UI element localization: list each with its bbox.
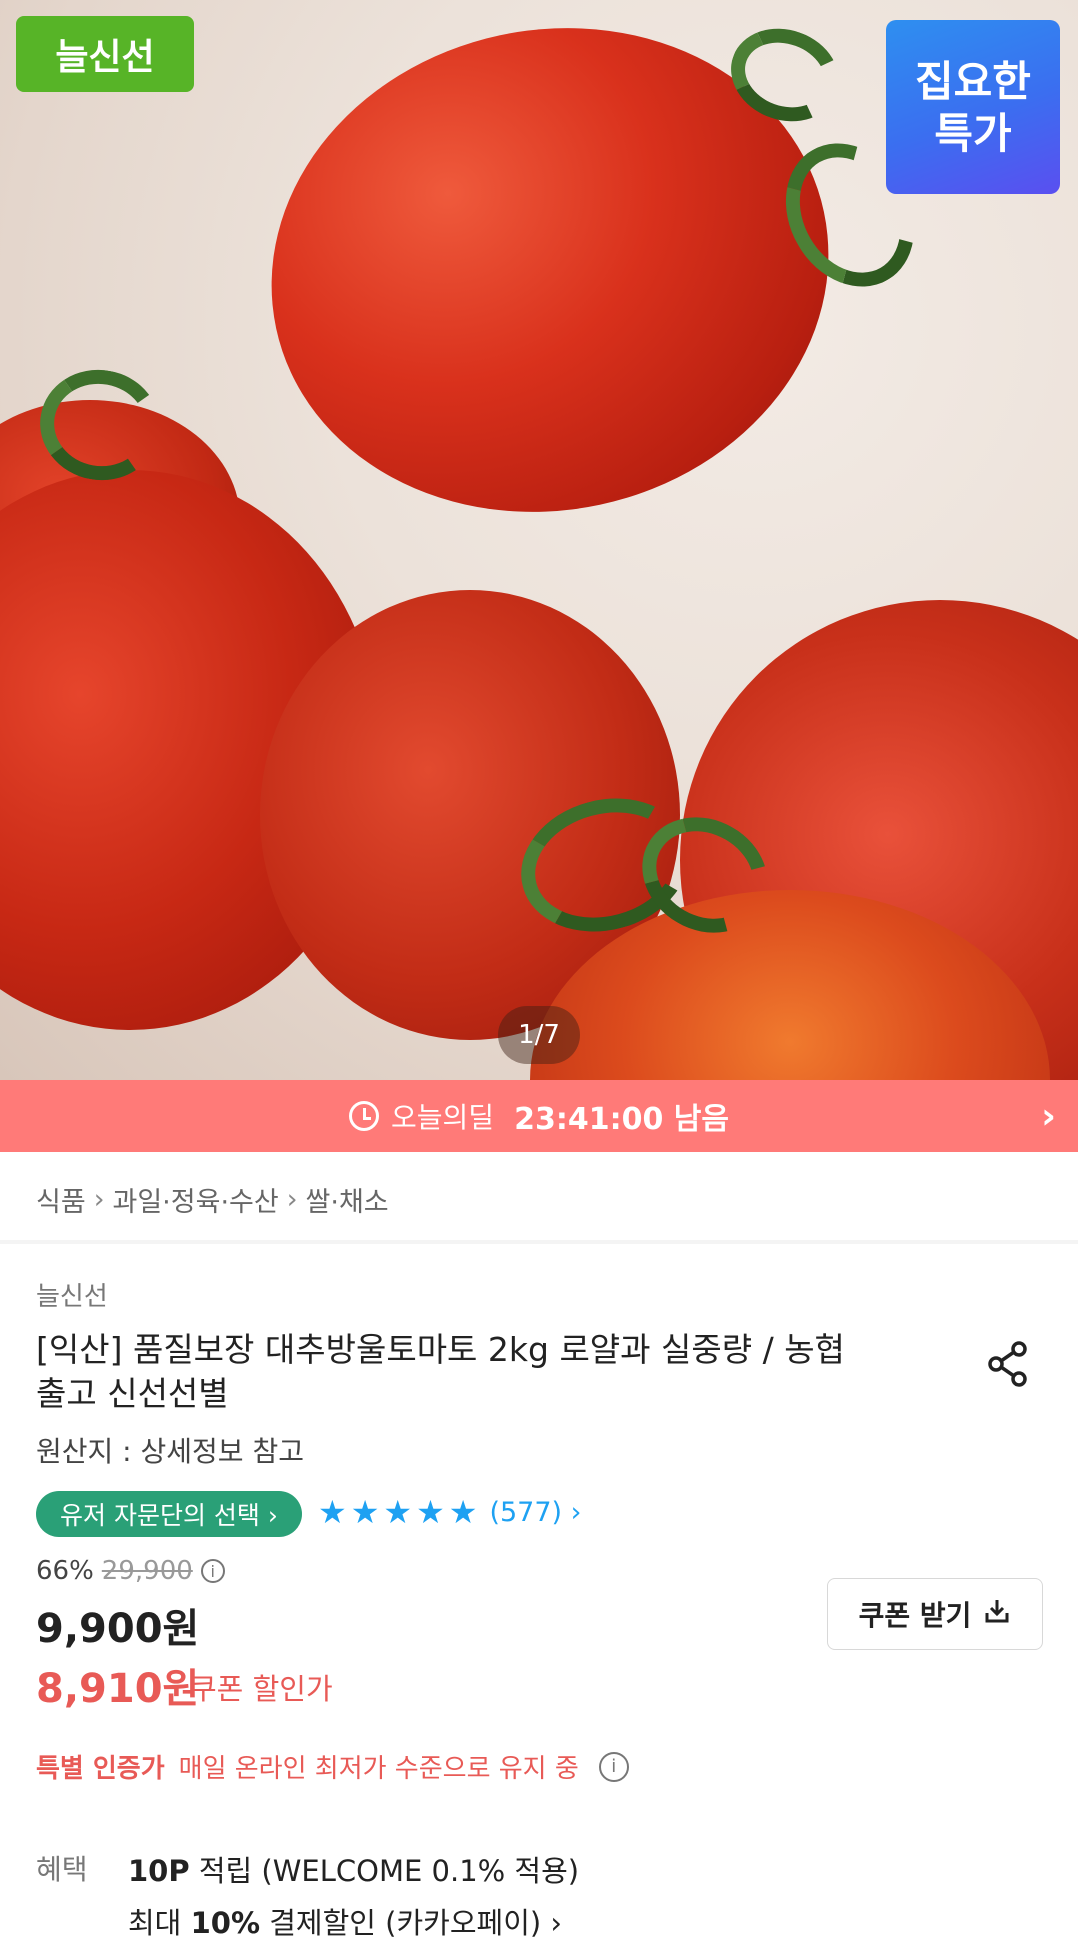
breadcrumb-item[interactable]: 쌀·채소 — [306, 1180, 389, 1219]
chevron-right-icon: › — [93, 1184, 105, 1215]
coupon-button-label: 쿠폰 받기 — [858, 1599, 972, 1632]
today-deal-label: 오늘의딜 — [391, 1101, 495, 1134]
seller-name[interactable]: 늘신선 — [36, 1276, 108, 1313]
payment-rate: 10% — [190, 1906, 261, 1940]
breadcrumb: 식품 › 과일·정육·수산 › 쌀·채소 — [36, 1180, 389, 1219]
download-icon — [983, 1597, 1011, 1632]
product-title: [익산] 품질보장 대추방울토마토 2kg 로얄과 실중량 / 농협출고 신선선… — [36, 1330, 845, 1413]
special-price-title: 특별 인증가 — [36, 1754, 165, 1784]
clock-icon — [349, 1101, 380, 1131]
sale-price: 9,900원 — [36, 1606, 200, 1652]
benefit-points: 10P 적립 (WELCOME 0.1% 적용) — [128, 1848, 579, 1890]
deal-countdown: 23:41:00 남음 — [514, 1102, 729, 1137]
image-pager: 1/7 — [498, 1006, 580, 1064]
benefit-label: 혜택 — [36, 1853, 88, 1886]
star-icon: ★ — [383, 1493, 413, 1531]
get-coupon-button[interactable]: 쿠폰 받기 — [827, 1578, 1043, 1650]
discount-row: 66% 29,900 i — [36, 1556, 225, 1586]
chevron-right-icon: › — [286, 1184, 298, 1215]
benefit-payment-discount[interactable]: 최대 10% 결제할인 (카카오페이) › — [128, 1900, 562, 1942]
payment-prefix: 최대 — [128, 1906, 191, 1940]
breadcrumb-item[interactable]: 식품 — [36, 1180, 86, 1219]
breadcrumb-item[interactable]: 과일·정육·수산 — [113, 1180, 279, 1219]
info-icon[interactable]: i — [598, 1751, 629, 1782]
share-icon[interactable] — [986, 1340, 1030, 1388]
product-origin: 원산지 : 상세정보 참고 — [36, 1435, 304, 1468]
payment-desc: 결제할인 (카카오페이) › — [260, 1906, 563, 1940]
original-price: 29,900 — [101, 1556, 193, 1586]
product-image-carousel[interactable]: 늘신선 집요한 특가 1/7 — [0, 0, 1078, 1080]
review-count[interactable]: (577) › — [489, 1497, 581, 1528]
advisor-choice-badge[interactable]: 유저 자문단의 선택 › — [36, 1491, 302, 1537]
section-divider — [0, 1240, 1078, 1244]
coupon-price: 8,910원 — [36, 1666, 200, 1712]
star-icon: ★ — [318, 1493, 347, 1531]
brand-badge: 늘신선 — [16, 16, 194, 92]
star-icon: ★ — [448, 1493, 478, 1531]
special-price-desc: 매일 온라인 최저가 수준으로 유지 중 — [178, 1754, 579, 1784]
deal-badge-line2: 특가 — [934, 109, 1012, 158]
coupon-price-label: 쿠폰 할인가 — [190, 1672, 333, 1706]
chevron-right-icon: › — [1041, 1096, 1056, 1137]
deal-badge-line1: 집요한 — [915, 57, 1031, 106]
star-icon: ★ — [416, 1493, 445, 1531]
star-icon: ★ — [350, 1493, 380, 1531]
rating[interactable]: ★ ★ ★ ★ ★ (577) › — [318, 1493, 581, 1531]
discount-rate: 66% — [36, 1556, 94, 1586]
special-deal-badge: 집요한 특가 — [886, 20, 1060, 194]
points-desc: 적립 (WELCOME 0.1% 적용) — [189, 1854, 580, 1888]
today-deal-bar[interactable]: 오늘의딜 23:41:00 남음 › — [0, 1080, 1078, 1152]
points-value: 10P — [128, 1854, 190, 1888]
special-price-row: 특별 인증가 매일 온라인 최저가 수준으로 유지 중 i — [36, 1748, 629, 1785]
info-icon[interactable]: i — [200, 1559, 225, 1583]
